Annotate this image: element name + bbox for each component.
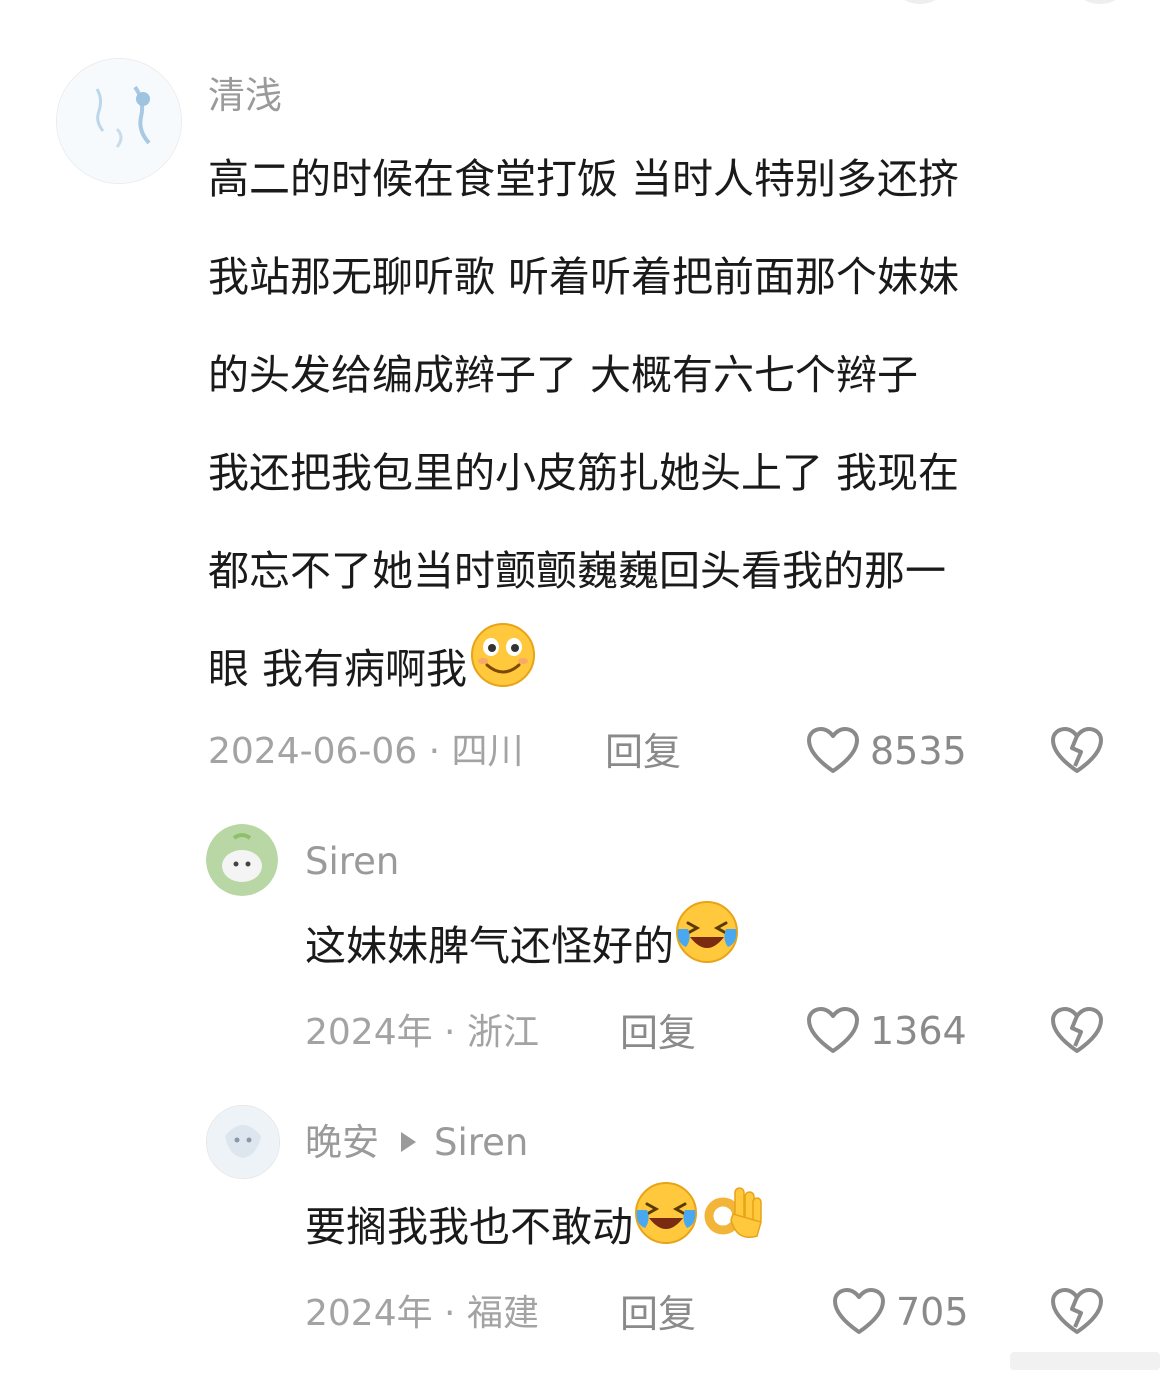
like-count: 705 — [896, 1290, 969, 1334]
reply-date-location: 2024年 · 浙江 — [305, 1012, 539, 1053]
broken-heart-icon[interactable] — [1050, 1006, 1104, 1060]
reply-text-content: 要搁我我也不敢动 — [305, 1203, 633, 1251]
comment-text-line: 我站那无聊听歌 听着听着把前面那个妹妹 — [208, 253, 960, 301]
reply-button[interactable]: 回复 — [620, 1290, 696, 1338]
reply-author[interactable]: 晚安 — [305, 1121, 379, 1164]
laugh-cry-emoji — [674, 899, 740, 1000]
reply-target[interactable]: Siren — [434, 1121, 528, 1164]
reply-button[interactable]: 回复 — [620, 1009, 696, 1057]
heart-outline-icon — [832, 1287, 886, 1337]
broken-heart-icon[interactable] — [1050, 726, 1104, 780]
reply-author-line: 晚安 Siren — [305, 1119, 528, 1167]
heart-outline-icon — [806, 1006, 860, 1056]
comment-date-location: 2024-06-06 · 四川 — [208, 731, 524, 772]
comment-text-last-line: 眼 我有病啊我 — [208, 645, 468, 693]
top-edge-icon-hint — [1080, 0, 1120, 4]
avatar[interactable] — [56, 58, 182, 184]
reply-text-line: 要搁我我也不敢动 — [305, 1178, 765, 1276]
comment-author[interactable]: 清浅 — [208, 72, 282, 120]
reply-date-location: 2024年 · 福建 — [305, 1293, 539, 1334]
comment-text-line: 我还把我包里的小皮筋扎她头上了 我现在 — [208, 449, 960, 497]
reply-text-line: 这妹妹脾气还怪好的 — [305, 897, 740, 995]
comment-text-line: 的头发给编成辫子了 大概有六七个辫子 — [208, 351, 919, 399]
avatar[interactable] — [206, 1105, 280, 1179]
reply-text: 这妹妹脾气还怪好的 — [305, 897, 740, 995]
like-button[interactable]: 8535 — [806, 726, 967, 776]
like-count: 1364 — [870, 1009, 967, 1053]
top-edge-icon-hint — [900, 0, 940, 4]
comment-text-line: 高二的时候在食堂打饭 当时人特别多还挤 — [208, 155, 960, 203]
heart-outline-icon — [806, 726, 860, 776]
comment-text: 高二的时候在食堂打饭 当时人特别多还挤 我站那无聊听歌 听着听着把前面那个妹妹 … — [208, 130, 959, 718]
watermark — [1010, 1346, 1160, 1376]
reply-text: 要搁我我也不敢动 — [305, 1178, 765, 1276]
avatar[interactable] — [206, 824, 278, 896]
reply-arrow-icon — [401, 1132, 416, 1152]
comment-text-line: 都忘不了她当时颤颤巍巍回头看我的那一 — [208, 547, 946, 595]
smile-emoji — [469, 621, 537, 724]
laugh-cry-emoji — [633, 1180, 699, 1281]
like-button[interactable]: 705 — [832, 1287, 969, 1337]
broken-heart-icon[interactable] — [1050, 1287, 1104, 1341]
ok-hand-emoji — [699, 1180, 765, 1281]
comment-text-line: 眼 我有病啊我 — [208, 620, 959, 718]
reply-author[interactable]: Siren — [305, 838, 399, 886]
reply-text-content: 这妹妹脾气还怪好的 — [305, 922, 674, 970]
like-button[interactable]: 1364 — [806, 1006, 967, 1056]
like-count: 8535 — [870, 729, 967, 773]
reply-button[interactable]: 回复 — [605, 728, 681, 776]
